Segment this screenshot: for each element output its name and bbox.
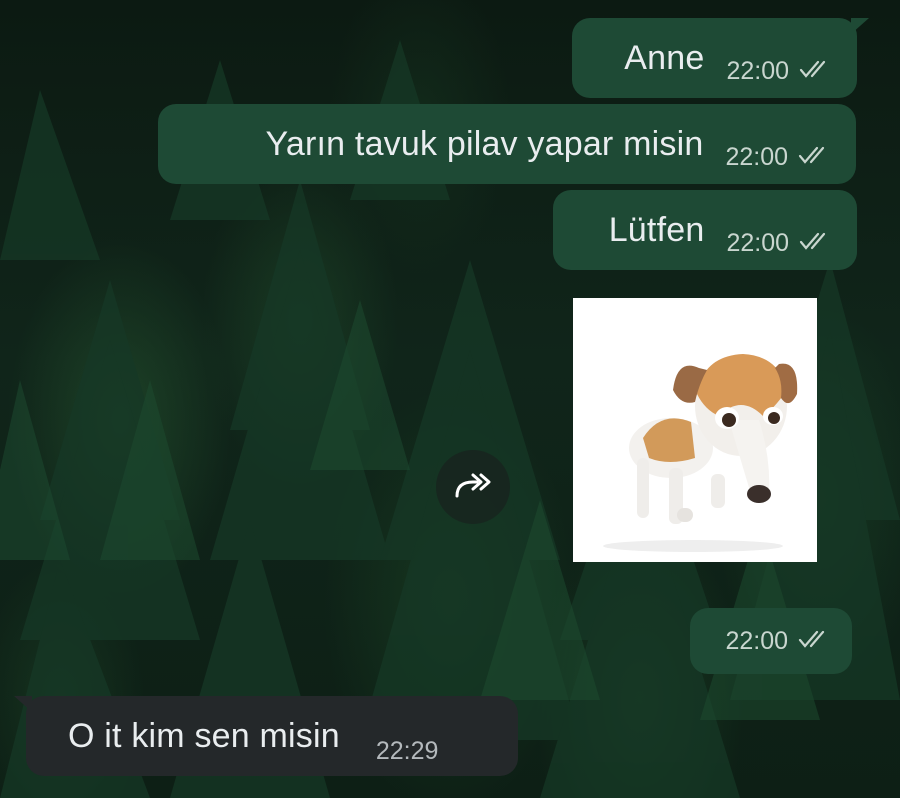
message-meta: 22:00 bbox=[726, 229, 833, 258]
dog-photo bbox=[573, 298, 817, 562]
message-time: 22:00 bbox=[726, 56, 789, 85]
message-bubble-incoming[interactable]: O it kim sen misin 22:29 bbox=[14, 696, 518, 776]
image-message-timestamp-bubble[interactable]: 22:00 bbox=[690, 608, 852, 674]
read-double-check-icon bbox=[798, 627, 832, 656]
message-meta: 22:29 bbox=[376, 737, 439, 766]
message-bubble-outgoing[interactable]: Lütfen 22:00 bbox=[553, 190, 857, 270]
message-text: Lütfen bbox=[608, 210, 705, 249]
read-double-check-icon bbox=[799, 229, 833, 258]
forward-icon bbox=[453, 470, 493, 505]
message-meta: 22:00 bbox=[725, 627, 832, 656]
message-bubble-outgoing[interactable]: Anne 22:00 bbox=[572, 18, 869, 98]
bubble-tail bbox=[851, 18, 869, 34]
forward-button[interactable] bbox=[436, 450, 510, 524]
message-time: 22:29 bbox=[375, 736, 439, 765]
message-time: 22:00 bbox=[726, 228, 789, 257]
message-meta: 22:00 bbox=[725, 143, 832, 172]
message-time: 22:00 bbox=[725, 142, 788, 171]
message-text: Yarın tavuk pilav yapar misin bbox=[265, 124, 704, 163]
read-double-check-icon bbox=[799, 57, 833, 86]
message-text: O it kim sen misin bbox=[68, 716, 340, 755]
message-meta: 22:00 bbox=[726, 57, 833, 86]
image-message-dog-photo[interactable] bbox=[573, 298, 817, 562]
read-double-check-icon bbox=[798, 143, 832, 172]
message-text: Anne bbox=[624, 38, 705, 77]
message-bubble-outgoing[interactable]: Yarın tavuk pilav yapar misin 22:00 bbox=[158, 104, 856, 184]
bubble-tail bbox=[14, 696, 32, 712]
message-time: 22:00 bbox=[725, 626, 788, 655]
